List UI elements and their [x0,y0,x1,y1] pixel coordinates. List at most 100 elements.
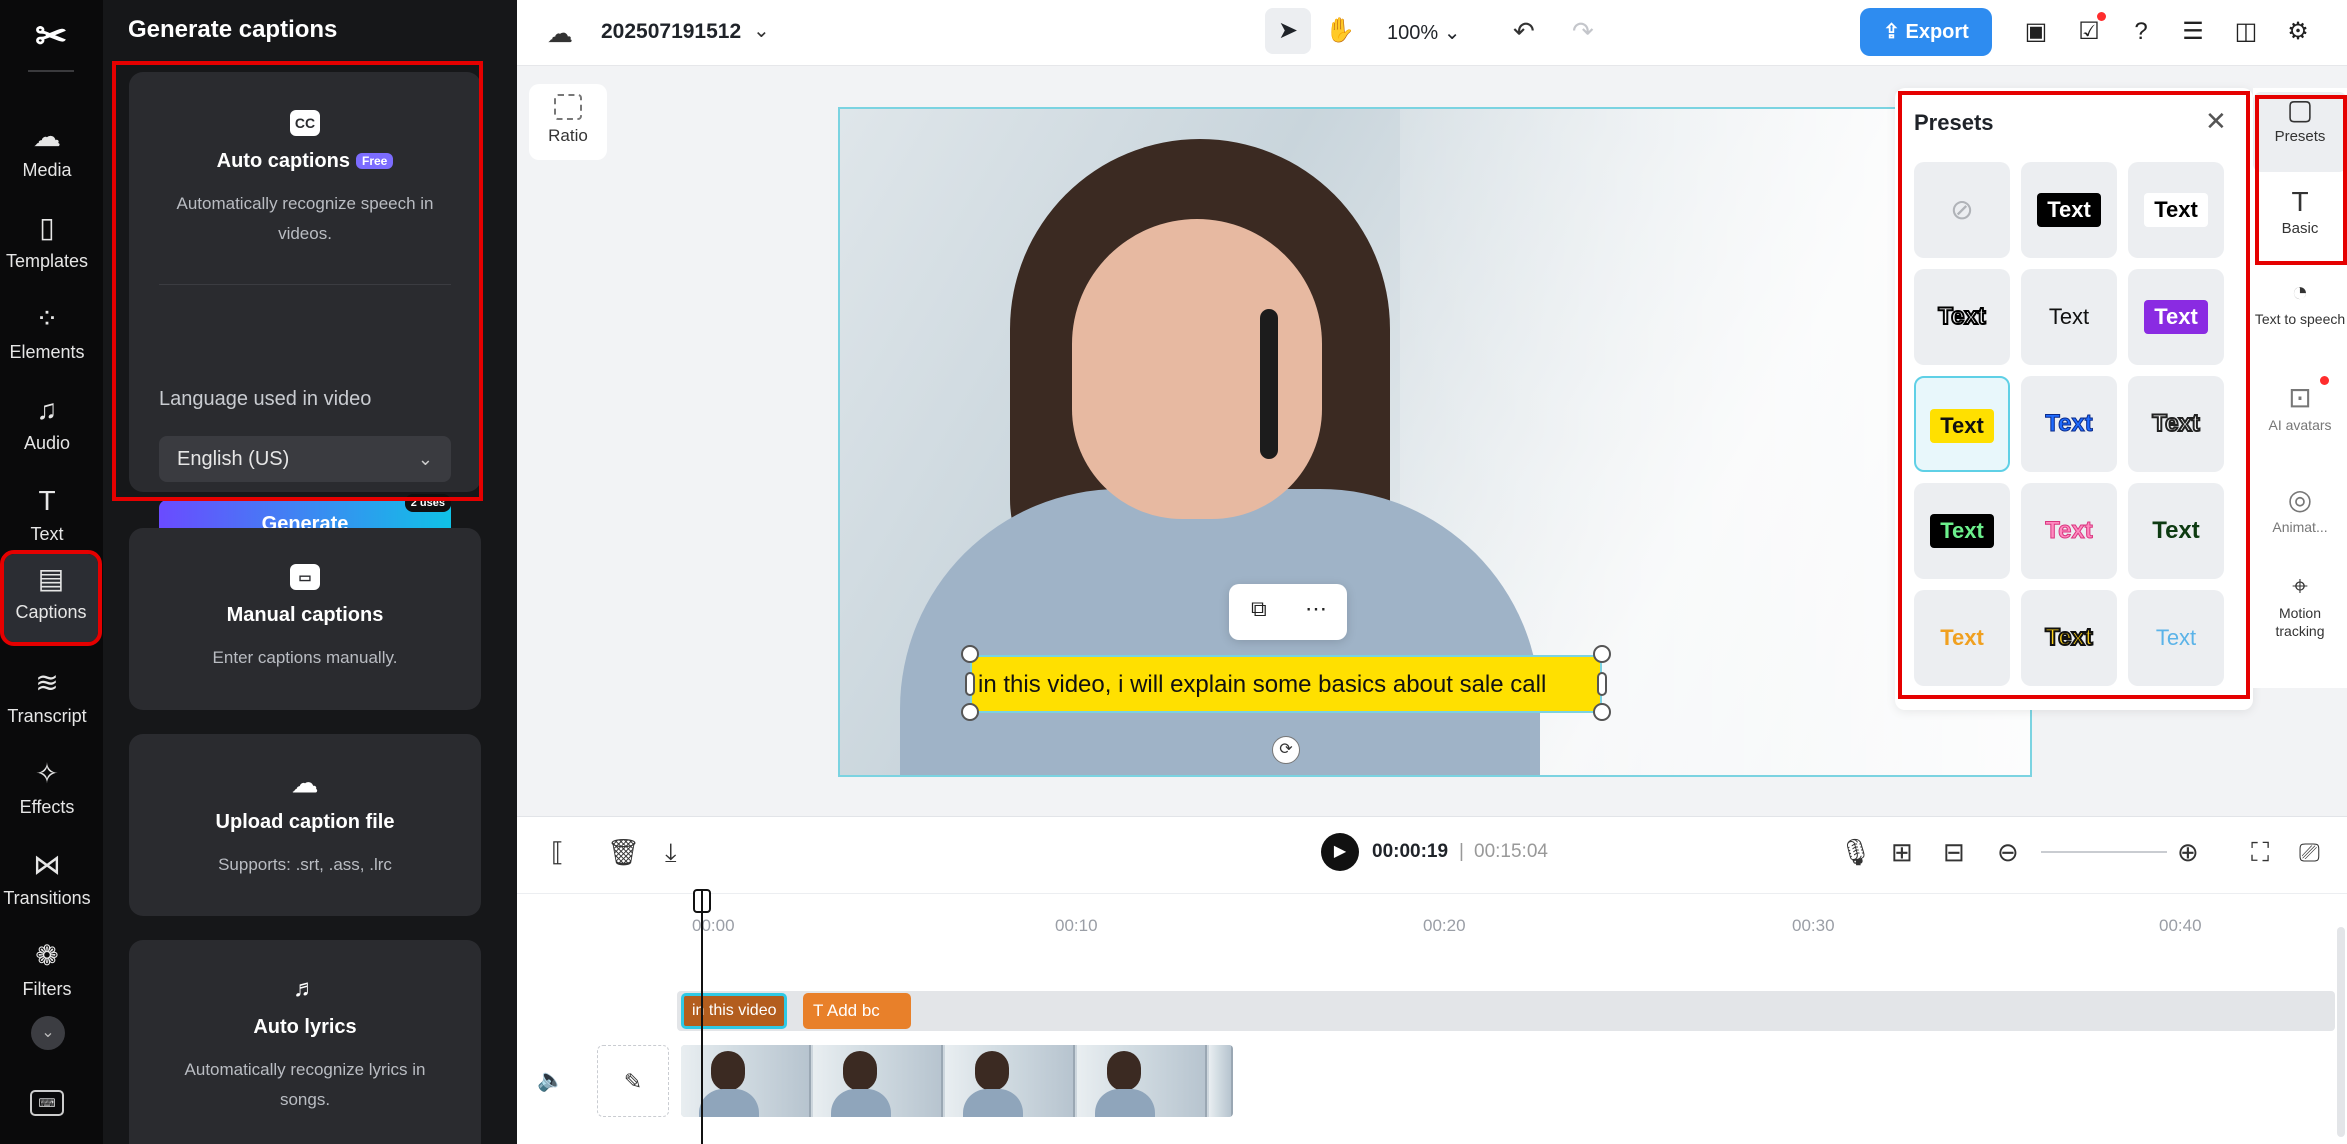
resize-handle-l[interactable] [965,672,975,696]
ratio-button[interactable]: Ratio [529,84,607,160]
rail-item-text-to-speech[interactable]: ◔ Text to speech [2253,274,2347,328]
project-name[interactable]: 202507191512 [601,20,741,44]
zoom-select[interactable]: 100% ⌄ [1387,20,1460,45]
keyboard-icon[interactable]: ⌨ [30,1090,64,1116]
preset-item[interactable]: Text [2021,162,2117,258]
resize-handle-br[interactable] [1593,703,1611,721]
settings-icon[interactable]: ⚙ [2282,16,2314,48]
lyrics-icon: ♬ [293,975,317,1002]
nav-item-elements[interactable]: ⁘ Elements [0,294,94,374]
rail-item-motion-tracking[interactable]: ⌖ Motion tracking [2253,568,2347,640]
rail-item-animation[interactable]: ◎ Animat... [2253,482,2347,536]
ruler-tick: 00:10 [1055,916,1098,935]
preset-none[interactable]: ⊘ [1914,162,2010,258]
time-ruler[interactable]: 00:00 00:10 00:20 00:30 00:40 [517,893,2347,937]
help-icon[interactable]: ? [2125,16,2157,48]
preset-item-selected[interactable]: Text [1914,376,2010,472]
layout-icon[interactable]: ◫ [2230,16,2262,48]
preview-icon[interactable]: ⎚ [2299,837,2320,869]
fit-icon[interactable]: ⛶ [2251,837,2269,869]
nav-item-effects[interactable]: ✧ Effects [0,749,94,829]
add-text-clip[interactable]: T Add bc [803,993,911,1029]
preset-item[interactable]: Text [2021,483,2117,579]
zoom-slider[interactable] [2041,851,2167,853]
video-thumbnail [1077,1045,1207,1117]
caption-text[interactable]: in this video, i will explain some basic… [978,671,1600,699]
close-icon[interactable]: ✕ [2205,106,2227,137]
ruler-tick: 00:40 [2159,916,2202,935]
nav-item-text[interactable]: T Text [0,476,94,556]
rotate-icon[interactable]: ⟳ [1272,736,1300,764]
edit-cover-icon[interactable]: ✎ [597,1045,669,1117]
chevron-down-icon[interactable]: ⌄ [753,18,770,43]
floating-toolbar: ⧉ ⋯ [1229,584,1347,640]
hand-tool-icon[interactable]: ✋ [1317,8,1363,54]
split-screen-icon[interactable]: ⊟ [1943,837,1965,868]
zoom-in-icon[interactable]: ⊕ [2177,837,2199,868]
nav-item-transcript[interactable]: ≋ Transcript [0,658,94,738]
download-icon[interactable]: ⤓ [665,837,677,869]
cloud-sync-icon[interactable]: ☁ [547,18,573,49]
resize-handle-r[interactable] [1597,672,1607,696]
preset-item[interactable]: Text [1914,269,2010,365]
captions-icon: ▤ [37,563,65,594]
language-select[interactable]: English (US) ⌄ [159,436,451,482]
nav-item-templates[interactable]: ▯ Templates [0,203,94,283]
zoom-out-icon[interactable]: ⊖ [1997,837,2019,868]
preset-item[interactable]: Text [2021,269,2117,365]
nav-item-transitions[interactable]: ⋈ Transitions [0,840,94,920]
capcut-logo-icon[interactable]: ✂ [28,14,74,60]
manual-captions-card[interactable]: ▭ Manual captions Enter captions manuall… [129,528,481,710]
rail-item-presets[interactable]: ▢ Presets [2253,92,2347,172]
timeline-scrollbar[interactable] [2337,927,2345,1137]
nav-item-filters[interactable]: ❁ Filters [0,931,94,1011]
caption-clip[interactable]: in this video [681,993,787,1029]
add-text-clip-label: Add bc [826,1001,880,1020]
preset-item[interactable]: Text [1914,590,2010,686]
video-clip[interactable] [681,1045,1233,1117]
ruler-tick: 00:20 [1423,916,1466,935]
resize-handle-tl[interactable] [961,645,979,663]
delete-icon[interactable]: 🗑 [607,837,640,868]
playhead[interactable] [701,891,703,1144]
split-icon[interactable]: ⟦ [551,837,564,868]
preset-sample: Text [2152,517,2200,544]
export-button[interactable]: ⇪ Export [1860,8,1992,56]
nav-item-media[interactable]: ☁ Media [0,112,94,192]
preset-item[interactable]: Text [2021,376,2117,472]
select-tool-icon[interactable]: ➤ [1265,8,1311,54]
more-icon[interactable]: ⋯ [1305,596,1327,622]
present-icon[interactable]: ▣ [2020,16,2052,48]
chevron-down-icon[interactable]: ⌄ [31,1016,65,1050]
resize-handle-tr[interactable] [1593,645,1611,663]
undo-icon[interactable]: ↶ [1513,16,1535,47]
volume-icon[interactable]: 🔈 [537,1067,564,1093]
auto-captions-title: Auto captions Free [129,150,481,173]
preset-item[interactable]: Text [2128,483,2224,579]
preset-item[interactable]: Text [2128,162,2224,258]
microphone-icon[interactable]: 🎙 [1839,837,1872,868]
preset-sample: Text [2044,623,2094,652]
snap-icon[interactable]: ⊞ [1891,837,1913,868]
preset-item[interactable]: Text [2021,590,2117,686]
resize-handle-bl[interactable] [961,703,979,721]
text-icon: T [813,1001,827,1020]
play-button[interactable]: ▶ [1321,833,1359,871]
preset-item[interactable]: Text [2128,376,2224,472]
preset-item[interactable]: Text [2128,269,2224,365]
rail-item-ai-avatars[interactable]: ⊡ AI avatars [2253,380,2347,434]
layers-icon[interactable]: ☰ [2177,16,2209,48]
presets-icon: ▢ [2286,94,2314,125]
redo-icon[interactable]: ↷ [1572,16,1594,47]
nav-label: Text [30,524,64,544]
nav-item-captions[interactable]: ▤ Captions [0,550,102,646]
duplicate-icon[interactable]: ⧉ [1251,596,1267,622]
auto-lyrics-card[interactable]: ♬ Auto lyrics Automatically recognize ly… [129,940,481,1144]
upload-caption-card[interactable]: ☁ Upload caption file Supports: .srt, .a… [129,734,481,916]
preset-item[interactable]: Text [1914,483,2010,579]
preset-item[interactable]: Text [2128,590,2224,686]
nav-item-audio[interactable]: ♫ Audio [0,385,94,465]
rail-item-basic[interactable]: T Basic [2253,184,2347,238]
caption-text-box[interactable]: in this video, i will explain some basic… [970,655,1602,713]
avatar-icon: ⊡ [2288,382,2312,413]
